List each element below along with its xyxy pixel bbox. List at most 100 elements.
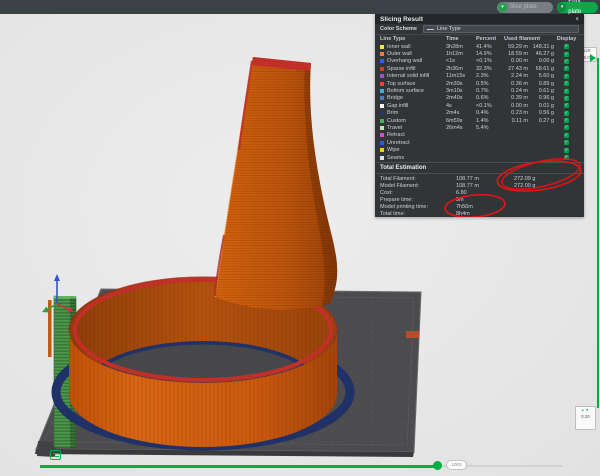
table-row: Travel26m4s5.4%	[375, 124, 584, 131]
line-type-label: Custom	[387, 118, 406, 124]
display-checkbox[interactable]	[564, 118, 569, 123]
table-row: Custom6m59s1.4%0.11 m0.27 g	[375, 117, 584, 124]
table-row: Sparse infill2h36m32.3%27.43 m68.61 g	[375, 65, 584, 72]
table-row: Brim2m4s0.4%0.23 m0.56 g	[375, 110, 584, 117]
print-plate-button[interactable]: ▾ Print plate	[557, 2, 598, 13]
layer-slider-handle[interactable]	[590, 54, 596, 62]
line-type-label: Gap infill	[387, 103, 408, 109]
table-row: Bridge2m40s0.6%0.39 m0.96 g	[375, 95, 584, 102]
display-checkbox[interactable]	[564, 133, 569, 138]
table-row: Unretract	[375, 139, 584, 146]
color-swatch	[380, 96, 384, 100]
col-percent: Percent	[476, 36, 504, 42]
color-swatch	[380, 148, 384, 152]
color-swatch	[380, 67, 384, 71]
divider	[375, 162, 584, 163]
total-row: Total Filament:108.77 m272.09 g	[375, 175, 584, 182]
col-used-filament: Used filament	[504, 36, 554, 42]
table-row: Seams	[375, 154, 584, 161]
move-slider-value: 1003	[446, 460, 467, 470]
panel-header: Slicing Result ∧	[375, 14, 584, 24]
display-checkbox[interactable]	[564, 59, 569, 64]
table-row: Top surface2m39s0.5%0.36 m0.89 g	[375, 80, 584, 87]
display-checkbox[interactable]	[564, 52, 569, 57]
bottom-layer-value: 0.20	[576, 413, 595, 420]
table-row: Wipe	[375, 146, 584, 153]
print-dropdown-icon[interactable]: ▾	[558, 3, 566, 12]
display-checkbox[interactable]	[564, 66, 569, 71]
col-line-type: Line Type	[380, 36, 446, 42]
color-swatch	[380, 126, 384, 130]
slicer-app-window: { "topbar": { "slice_button_label": "Sli…	[0, 0, 600, 476]
display-checkbox[interactable]	[564, 81, 569, 86]
color-swatch	[380, 141, 384, 145]
color-swatch	[380, 45, 384, 49]
line-type-label: Unretract	[387, 140, 410, 146]
line-type-label: Sparse infill	[387, 66, 415, 72]
color-swatch	[380, 156, 384, 160]
col-display: Display	[554, 36, 579, 42]
table-row: Inner wall3h28m41.4%59.29 m148.31 g	[375, 43, 584, 50]
line-type-label: Bottom surface	[387, 88, 424, 94]
color-scheme-row: Color Scheme Line Type	[375, 24, 584, 35]
color-scheme-value: Line Type	[437, 26, 461, 32]
color-swatch	[380, 59, 384, 63]
color-swatch	[380, 89, 384, 93]
color-swatch	[380, 52, 384, 56]
divider	[375, 173, 584, 174]
color-swatch	[380, 119, 384, 123]
move-slider-track[interactable]	[40, 465, 438, 468]
line-type-label: Brim	[387, 110, 398, 116]
display-checkbox[interactable]	[564, 140, 569, 145]
display-checkbox[interactable]	[564, 125, 569, 130]
panel-title: Slicing Result	[380, 16, 423, 23]
color-swatch	[380, 111, 384, 115]
layer-slider-bottom-box[interactable]: ▲▼ 0.20	[575, 406, 596, 430]
line-type-table: Inner wall3h28m41.4%59.29 m148.31 g Oute…	[375, 43, 584, 161]
line-type-label: Outer wall	[387, 51, 412, 57]
layer-slider-track[interactable]	[597, 58, 599, 408]
col-time: Time	[446, 36, 476, 42]
color-swatch	[380, 104, 384, 108]
move-slider-handle[interactable]	[433, 461, 442, 470]
total-row: Prepare time:8m	[375, 196, 584, 203]
table-row: Gap infill4s<0.1%0.00 m0.01 g	[375, 102, 584, 109]
display-checkbox[interactable]	[564, 103, 569, 108]
slice-dropdown-icon[interactable]: ▾	[498, 3, 507, 12]
line-type-label: Wipe	[387, 147, 400, 153]
plate-handle-marker	[406, 331, 419, 338]
display-checkbox[interactable]	[564, 148, 569, 153]
total-estimation-title: Total Estimation	[375, 164, 584, 172]
line-type-label: Internal solid infill	[387, 73, 429, 79]
line-type-label: Overhang wall	[387, 58, 422, 64]
total-row: Model Filament:108.77 m272.09 g	[375, 182, 584, 189]
table-row: Internal solid infill11m15s2.3%2.24 m5.6…	[375, 73, 584, 80]
display-checkbox[interactable]	[564, 96, 569, 101]
display-checkbox[interactable]	[564, 89, 569, 94]
table-row: Outer wall1h12m14.9%18.59 m46.27 g	[375, 50, 584, 57]
color-swatch	[380, 74, 384, 78]
slice-plate-button[interactable]: ▾ Slice plate	[497, 2, 553, 13]
color-scheme-select[interactable]: Line Type	[423, 25, 579, 33]
display-checkbox[interactable]	[564, 44, 569, 49]
line-type-label: Retract	[387, 132, 405, 138]
table-header: Line Type Time Percent Used filament Dis…	[375, 35, 584, 43]
table-row: Bottom surface3m10s0.7%0.24 m0.61 g	[375, 87, 584, 94]
slider-mode-icon[interactable]	[50, 450, 61, 460]
total-row: Cost:6.80	[375, 189, 584, 196]
display-checkbox[interactable]	[564, 111, 569, 116]
print-plate-label: Print plate	[568, 0, 593, 18]
line-type-label: Inner wall	[387, 44, 411, 50]
color-scheme-label: Color Scheme	[380, 26, 417, 32]
line-type-label: Travel	[387, 125, 402, 131]
slicing-result-panel: Slicing Result ∧ Color Scheme Line Type …	[375, 14, 584, 217]
table-row: Overhang wall<1s<0.1%0.00 m0.00 g	[375, 58, 584, 65]
total-row: Total time:8h4m	[375, 210, 584, 217]
total-estimation-table: Total Filament:108.77 m272.09 g Model Fi…	[375, 175, 584, 217]
line-type-label: Top surface	[387, 81, 415, 87]
line-type-label: Bridge	[387, 95, 403, 101]
display-checkbox[interactable]	[564, 155, 569, 160]
color-swatch	[380, 133, 384, 137]
top-bar: ▾ Slice plate ▾ Print plate	[0, 0, 600, 14]
display-checkbox[interactable]	[564, 74, 569, 79]
